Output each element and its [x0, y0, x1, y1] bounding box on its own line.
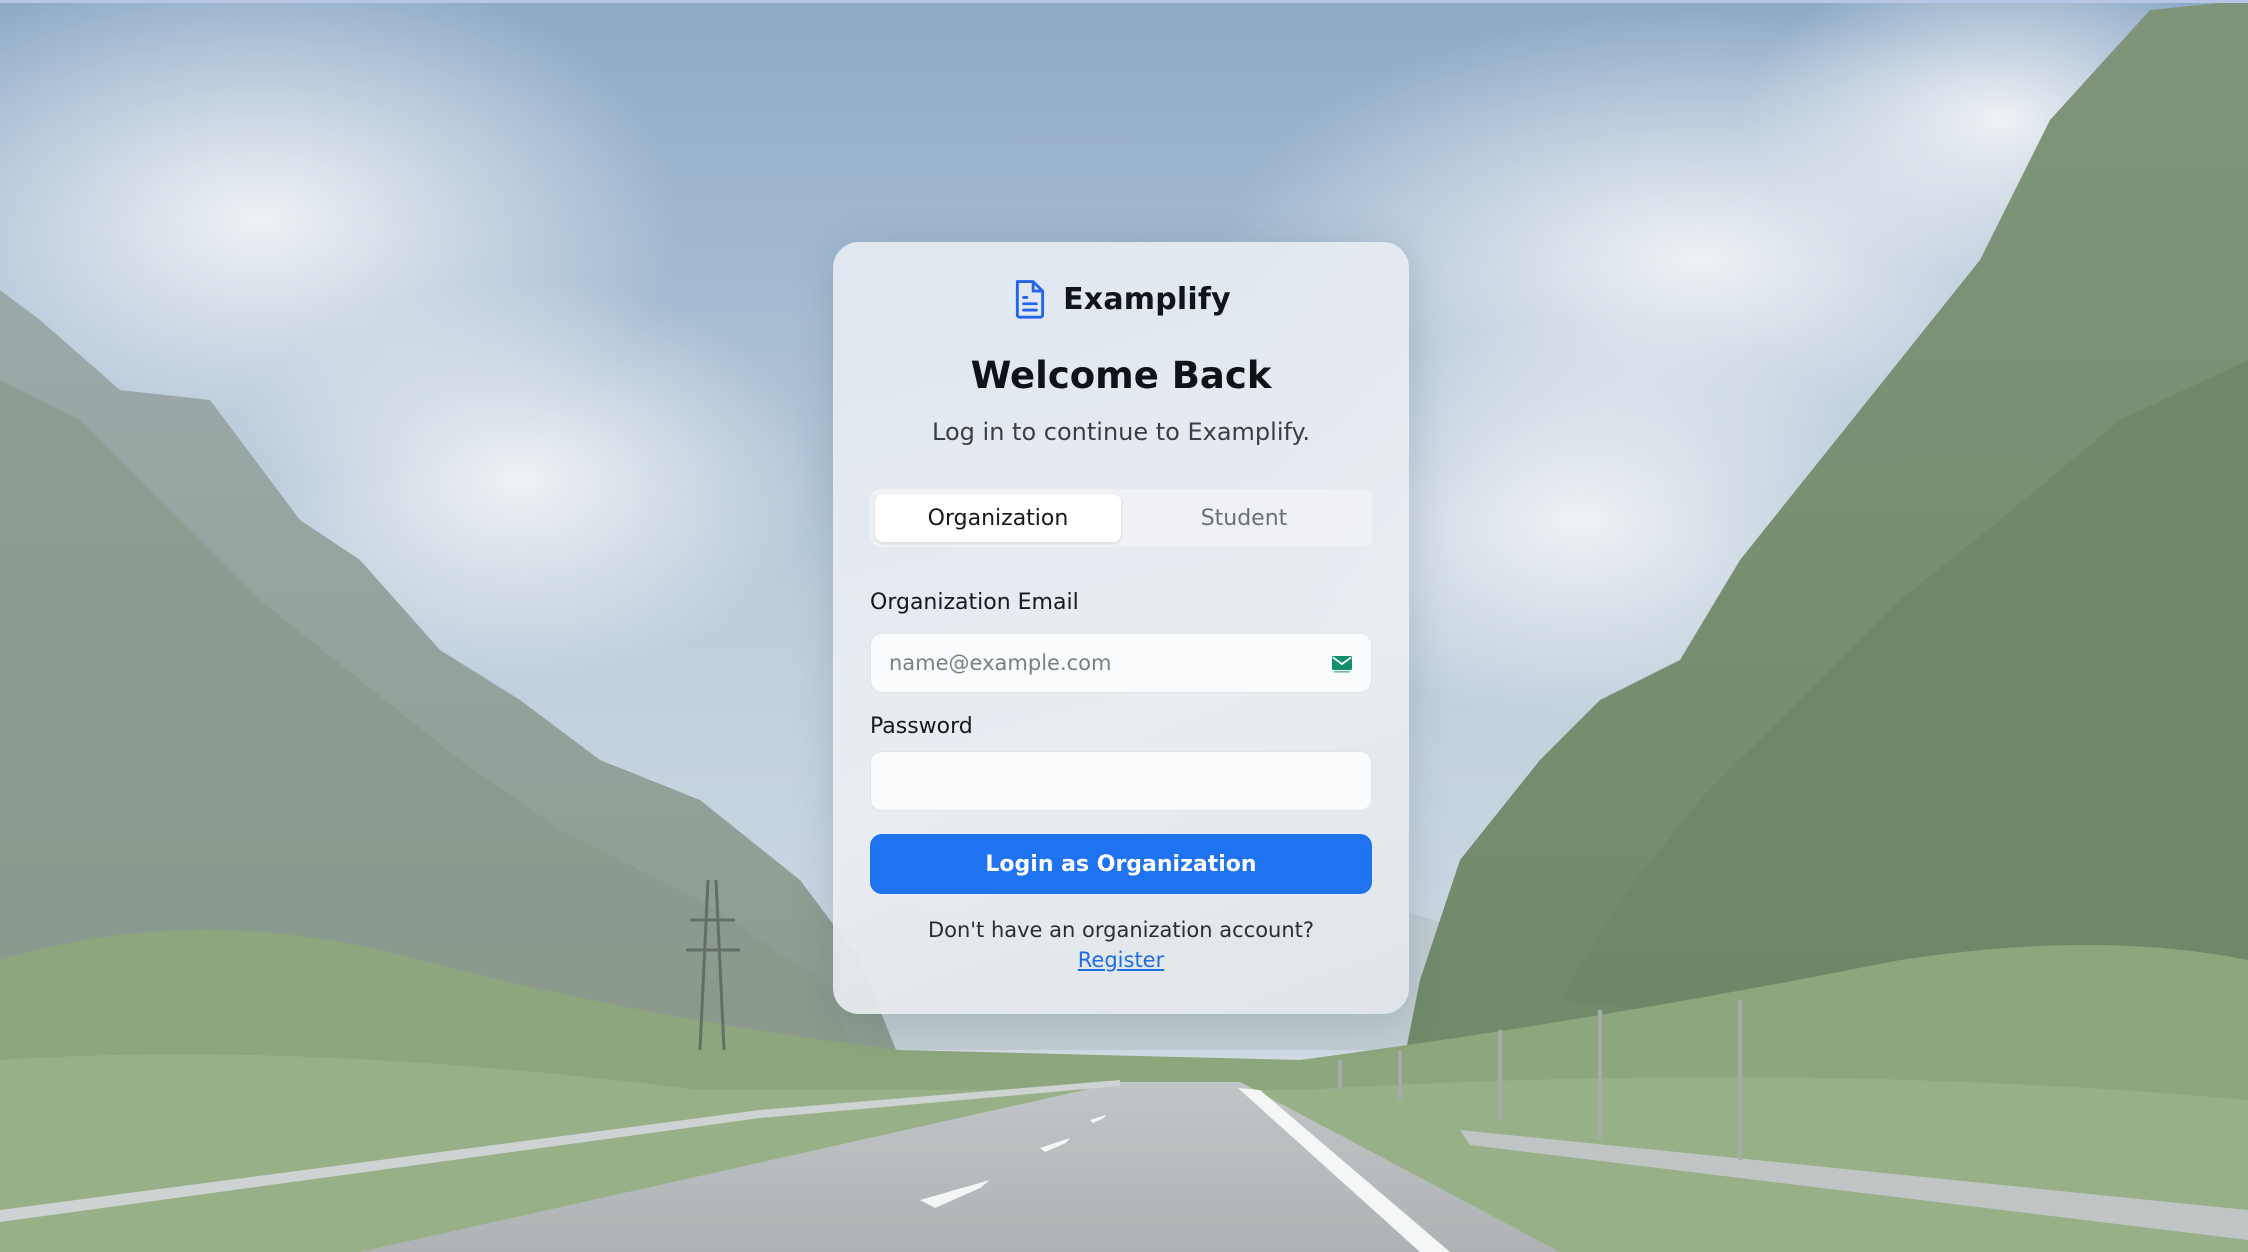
login-button[interactable]: Login as Organization — [870, 834, 1372, 894]
password-label: Password — [870, 714, 973, 739]
brand-name: Examplify — [1063, 281, 1231, 317]
brand-header: Examplify — [833, 278, 1409, 320]
page-title: Welcome Back — [970, 354, 1272, 397]
tab-organization[interactable]: Organization — [875, 494, 1121, 542]
mail-icon — [1332, 656, 1352, 673]
top-border — [0, 0, 2248, 3]
password-field-wrapper — [870, 751, 1372, 811]
register-link[interactable]: Register — [1078, 948, 1164, 972]
login-card: Examplify Welcome Back Log in to continu… — [833, 242, 1409, 1014]
page-subtitle: Log in to continue to Examplify. — [932, 418, 1310, 446]
password-field[interactable] — [871, 752, 1371, 810]
tab-student[interactable]: Student — [1121, 494, 1367, 542]
register-container: Register — [833, 948, 1409, 972]
email-field-wrapper — [870, 633, 1372, 693]
register-prompt: Don't have an organization account? — [927, 918, 1315, 942]
login-type-tabs: Organization Student — [870, 489, 1372, 547]
email-field[interactable] — [871, 634, 1371, 692]
document-icon — [1016, 280, 1045, 319]
email-label: Organization Email — [870, 590, 1079, 615]
